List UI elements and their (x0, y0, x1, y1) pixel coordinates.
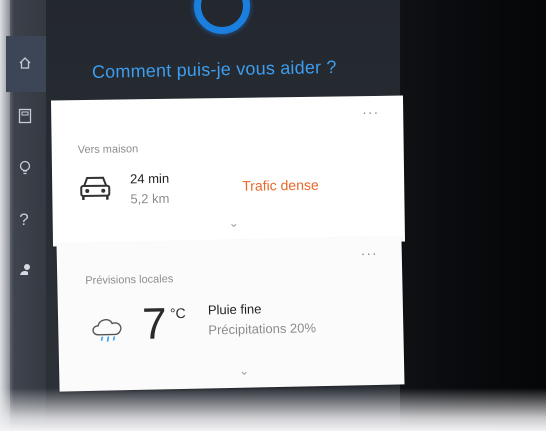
temperature-unit: °C (169, 304, 186, 322)
help-icon: ? (19, 210, 29, 229)
rain-cloud-icon (88, 312, 129, 352)
more-options-icon[interactable]: ··· (362, 104, 379, 120)
commute-distance: 5,2 km (130, 190, 170, 207)
lightbulb-icon (15, 160, 35, 180)
weather-condition: Pluie fine (207, 301, 262, 318)
weather-card[interactable]: ··· Prévisions locales 7 °C Pluie fine P… (56, 236, 405, 392)
temperature-value: 7 (141, 299, 168, 349)
notebook-icon (15, 108, 35, 128)
precipitation-chance: Précipitations 20% (208, 320, 317, 338)
home-icon (15, 56, 35, 74)
card-title: Vers maison (77, 143, 139, 157)
nav-item-notebook[interactable] (10, 104, 40, 130)
traffic-status: Trafic dense (242, 176, 319, 194)
desktop-background (400, 0, 546, 431)
more-options-icon[interactable]: ··· (361, 245, 378, 261)
card-title: Prévisions locales (85, 273, 174, 288)
nav-item-feedback[interactable] (10, 258, 40, 284)
nav-item-home[interactable] (6, 36, 46, 92)
commute-card[interactable]: ··· Vers maison 24 min 5,2 km Trafic den… (50, 95, 406, 247)
feedback-icon (15, 262, 35, 282)
nav-item-help[interactable]: ? (10, 208, 40, 234)
expand-chevron-icon[interactable]: ⌄ (229, 216, 239, 230)
commute-duration: 24 min (129, 170, 170, 187)
nav-item-reminders[interactable] (10, 156, 40, 182)
car-icon (78, 174, 112, 207)
bottom-fade (0, 388, 546, 431)
expand-chevron-icon[interactable]: ⌄ (239, 364, 249, 378)
